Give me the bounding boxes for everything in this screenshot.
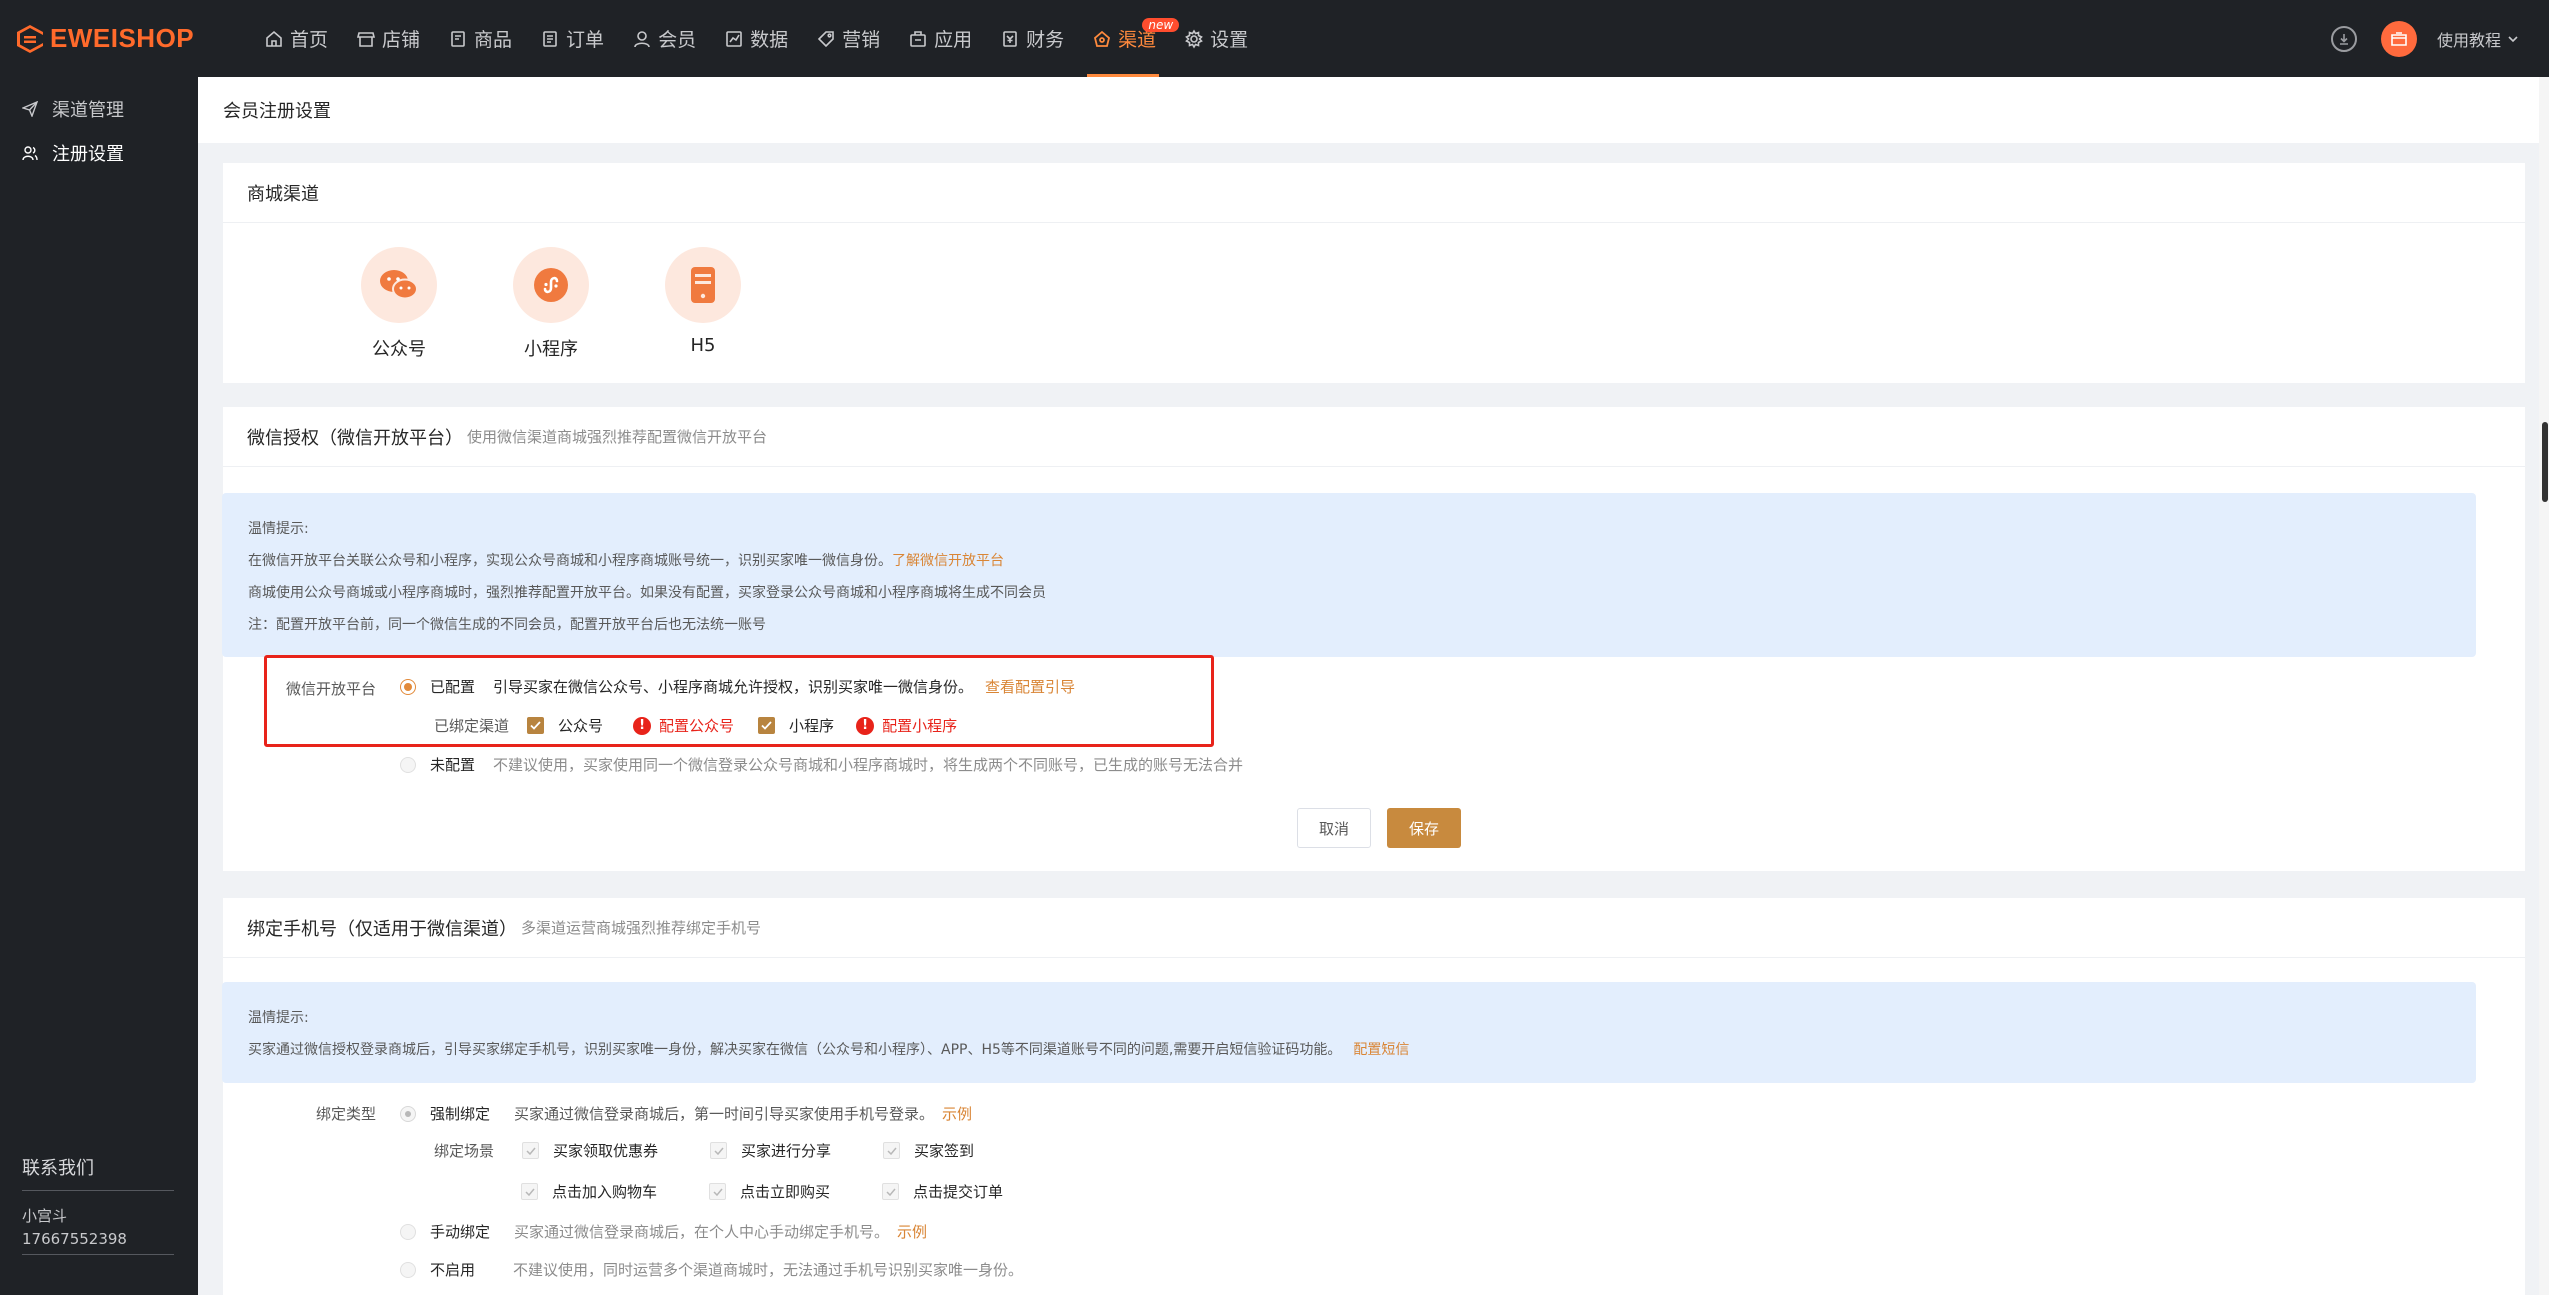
- main-nav: 首页 店铺 商品 订单 会员 数据 营销 应用 财务 渠道 new 设置: [249, 0, 1261, 77]
- bind-scene-row-1: 绑定场景 买家领取优惠券 买家进行分享 买家签到: [434, 1142, 975, 1160]
- wechat-auth-title: 微信授权（微信开放平台） 使用微信渠道商城强烈推荐配置微信开放平台: [223, 407, 2525, 467]
- logo-icon: [17, 24, 43, 53]
- order-icon: [543, 30, 557, 47]
- logo-text: EWEISHOP: [50, 23, 195, 53]
- download-icon[interactable]: [2330, 25, 2357, 52]
- tag-icon: [817, 30, 834, 47]
- scene-checkbox-cart[interactable]: [521, 1183, 538, 1200]
- manual-bind-option[interactable]: 手动绑定 买家通过微信登录商城后，在个人中心手动绑定手机号。 示例: [400, 1221, 927, 1242]
- force-bind-radio[interactable]: [400, 1105, 416, 1122]
- send-icon: [22, 101, 38, 117]
- nav-order[interactable]: 订单: [525, 0, 617, 77]
- scene-checkbox-signin[interactable]: [883, 1142, 901, 1159]
- scrollbar-thumb[interactable]: [2542, 422, 2548, 502]
- not-configured-option[interactable]: 未配置 不建议使用，买家使用同一个微信登录公众号商城和小程序商城时，将生成两个不…: [400, 754, 1243, 775]
- wechat-icon: [380, 270, 418, 300]
- nav-finance[interactable]: 财务: [985, 0, 1077, 77]
- nav-goods[interactable]: 商品: [433, 0, 525, 77]
- bind-scene-row-2: 点击加入购物车 点击立即购买 点击提交订单: [521, 1181, 1003, 1202]
- force-example-link[interactable]: 示例: [942, 1103, 972, 1124]
- manual-example-link[interactable]: 示例: [897, 1221, 927, 1242]
- goods-icon: [451, 30, 465, 47]
- nav-channel[interactable]: 渠道 new: [1077, 0, 1180, 77]
- channel-h5[interactable]: H5: [627, 247, 779, 361]
- scene-checkbox-buynow[interactable]: [709, 1183, 727, 1200]
- disable-bind-radio[interactable]: [400, 1261, 416, 1278]
- home-icon: [266, 30, 282, 47]
- scene-checkbox-share[interactable]: [710, 1142, 728, 1159]
- scrollbar[interactable]: [2539, 77, 2549, 1295]
- bind-type-label: 绑定类型: [316, 1105, 377, 1123]
- phone-tip-box: 温情提示: 买家通过微信授权登录商城后，引导买家绑定手机号，识别买家唯一身份，解…: [222, 982, 2476, 1083]
- chevron-down-icon: [2508, 35, 2518, 42]
- sidebar: 渠道管理 注册设置 联系我们 小宫斗 17667552398: [0, 77, 198, 1295]
- finance-icon: [1003, 30, 1017, 47]
- avatar[interactable]: [2380, 20, 2417, 57]
- cancel-button[interactable]: 取消: [1297, 808, 1371, 848]
- nav-shop[interactable]: 店铺: [341, 0, 433, 77]
- contact-block: 联系我们 小宫斗 17667552398: [22, 1154, 174, 1255]
- main-content: 会员注册设置 商城渠道 公众号 小程序 H5 微信授权（微信开放平台） 使用微信…: [198, 77, 2549, 1295]
- nav-settings[interactable]: 设置: [1169, 0, 1261, 77]
- contact-title: 联系我们: [22, 1154, 174, 1191]
- store-avatar-icon: [2391, 31, 2407, 46]
- channel-wechat[interactable]: 公众号: [323, 247, 475, 361]
- scene-checkbox-coupon[interactable]: [522, 1142, 540, 1159]
- config-sms-link[interactable]: 配置短信: [1353, 1042, 1409, 1058]
- contact-phone: 17667552398: [22, 1230, 174, 1255]
- page-title: 会员注册设置: [198, 77, 2549, 143]
- channels-panel: 商城渠道 公众号 小程序 H5: [223, 163, 2525, 383]
- nav-home[interactable]: 首页: [249, 0, 341, 77]
- contact-name: 小宫斗: [22, 1207, 68, 1225]
- not-configured-radio[interactable]: [400, 756, 416, 773]
- top-navbar: EWEISHOP 首页 店铺 商品 订单 会员 数据 营销 应用 财务 渠道 n…: [0, 0, 2549, 77]
- app-icon: [910, 30, 926, 47]
- phone-bind-title: 绑定手机号（仅适用于微信渠道） 多渠道运营商城强烈推荐绑定手机号: [223, 898, 2525, 958]
- users-icon: [22, 146, 38, 161]
- help-menu[interactable]: 使用教程: [2437, 27, 2519, 51]
- channel-list: 公众号 小程序 H5: [223, 223, 2525, 361]
- manual-bind-radio[interactable]: [400, 1223, 416, 1240]
- disable-bind-option[interactable]: 不启用 不建议使用，同时运营多个渠道商城时，无法通过手机号识别买家唯一身份。: [400, 1259, 1023, 1280]
- brand-logo[interactable]: EWEISHOP: [16, 23, 231, 54]
- learn-open-platform-link[interactable]: 了解微信开放平台: [892, 553, 1004, 569]
- force-bind-option[interactable]: 强制绑定 买家通过微信登录商城后，第一时间引导买家使用手机号登录。 示例: [400, 1103, 972, 1124]
- nav-data[interactable]: 数据: [709, 0, 801, 77]
- mobile-icon: [691, 267, 715, 303]
- save-button[interactable]: 保存: [1387, 808, 1461, 848]
- wechat-tip-box: 温情提示: 在微信开放平台关联公众号和小程序，实现公众号商城和小程序商城账号统一…: [222, 493, 2476, 657]
- gear-icon: [1185, 28, 1204, 49]
- channel-icon: [1094, 30, 1111, 47]
- nav-member[interactable]: 会员: [617, 0, 709, 77]
- channel-miniprogram[interactable]: 小程序: [475, 247, 627, 361]
- miniprogram-icon: [534, 268, 568, 302]
- sidebar-item-register-settings[interactable]: 注册设置: [0, 131, 198, 175]
- chart-icon: [726, 30, 742, 47]
- shop-icon: [356, 31, 376, 47]
- sidebar-item-channel-manage[interactable]: 渠道管理: [0, 87, 198, 131]
- topbar-actions: 使用教程: [2330, 0, 2519, 77]
- highlight-box: [264, 655, 1214, 747]
- member-icon: [634, 30, 650, 47]
- scene-checkbox-submit[interactable]: [882, 1183, 900, 1200]
- channels-title: 商城渠道: [223, 163, 2525, 223]
- nav-app[interactable]: 应用: [893, 0, 985, 77]
- nav-marketing[interactable]: 营销: [801, 0, 893, 77]
